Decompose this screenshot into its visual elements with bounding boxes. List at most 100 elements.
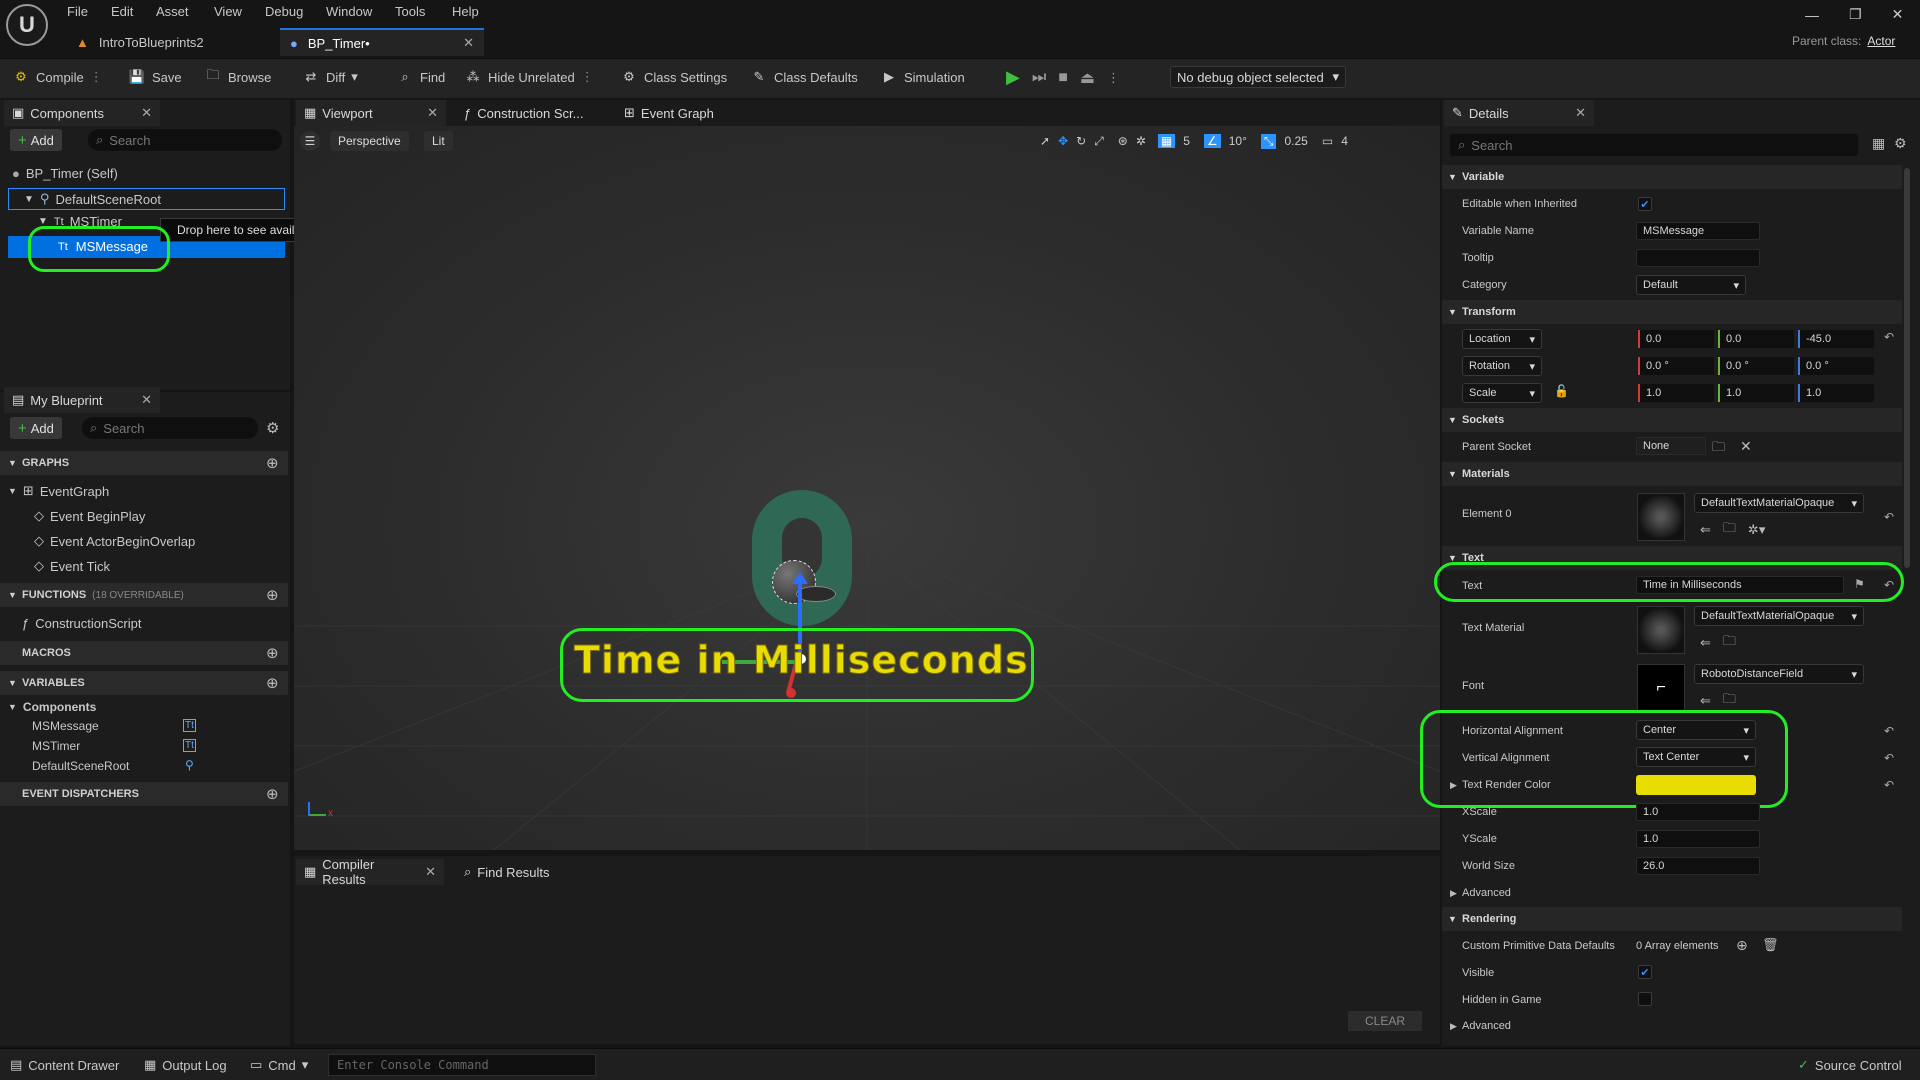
menu-edit[interactable]: Edit: [111, 4, 133, 19]
save-button[interactable]: 💾 Save: [128, 68, 182, 86]
expand-arrow-icon[interactable]: ▶: [1450, 888, 1457, 899]
world-local-icon[interactable]: ⊛: [1118, 134, 1128, 148]
settings-gear-icon[interactable]: ⚙: [266, 419, 279, 437]
unreal-logo-icon[interactable]: U: [6, 4, 48, 46]
more-icon[interactable]: ⋮: [581, 69, 594, 85]
output-log-button[interactable]: ▦ Output Log: [144, 1057, 227, 1073]
tab-construction-script[interactable]: ƒ Construction Scr...: [456, 100, 591, 126]
simulation-button[interactable]: ▶ Simulation: [880, 68, 965, 86]
event-actorbeginoverlap[interactable]: ◇ Event ActorBeginOverlap: [34, 533, 195, 549]
add-element-icon[interactable]: ⊕: [1736, 937, 1748, 954]
details-scrollbar[interactable]: [1904, 168, 1910, 568]
menu-view[interactable]: View: [214, 4, 242, 19]
camera-speed-value[interactable]: 4: [1341, 134, 1348, 148]
tree-item-self[interactable]: ● BP_Timer (Self): [12, 166, 118, 181]
console-command-input[interactable]: Enter Console Command: [328, 1054, 596, 1076]
play-icon[interactable]: ▶: [1006, 67, 1020, 88]
details-settings-icon[interactable]: ⚙: [1894, 135, 1907, 152]
menu-file[interactable]: File: [67, 4, 88, 19]
reset-arrow-icon[interactable]: ↶: [1884, 778, 1894, 792]
advanced-label[interactable]: Advanced: [1462, 887, 1511, 899]
my-blueprint-search-input[interactable]: ⌕ Search: [82, 417, 258, 439]
lit-button[interactable]: Lit: [424, 131, 453, 151]
browse-button[interactable]: 🗀 Browse: [204, 67, 271, 86]
close-icon[interactable]: ✕: [425, 864, 436, 880]
location-x-field[interactable]: 0.0: [1638, 330, 1714, 348]
location-y-field[interactable]: 0.0: [1718, 330, 1794, 348]
function-constructionscript[interactable]: ƒ ConstructionScript: [22, 616, 141, 631]
close-icon[interactable]: ✕: [427, 105, 438, 121]
tab-compiler-results[interactable]: ▦ Compiler Results ✕: [296, 857, 444, 887]
diff-button[interactable]: ⇄ Diff ▾: [302, 68, 358, 86]
section-rendering[interactable]: ▼ Rendering: [1442, 907, 1902, 931]
rotation-dropdown[interactable]: Rotation ▾: [1462, 356, 1542, 376]
section-variable[interactable]: ▼ Variable: [1442, 165, 1902, 189]
more-icon[interactable]: ⋮: [1107, 70, 1120, 86]
font-thumbnail[interactable]: ⌐: [1637, 664, 1685, 712]
menu-help[interactable]: Help: [452, 4, 479, 19]
debug-object-dropdown[interactable]: No debug object selected ▾: [1170, 66, 1346, 88]
minimize-icon[interactable]: —: [1805, 7, 1819, 23]
editable-checkbox[interactable]: ✔: [1638, 197, 1652, 211]
my-blueprint-add-button[interactable]: + Add: [10, 417, 62, 439]
camera-speed-icon[interactable]: ▭: [1322, 134, 1333, 148]
font-dropdown[interactable]: RobotoDistanceField ▾: [1694, 664, 1864, 684]
scale-z-field[interactable]: 1.0: [1798, 384, 1874, 402]
rotate-tool-icon[interactable]: ↻: [1076, 134, 1086, 148]
expand-arrow-icon[interactable]: ▶: [1450, 1021, 1457, 1032]
tab-viewport[interactable]: ▦ Viewport ✕: [296, 100, 446, 126]
parent-class-link[interactable]: Actor: [1867, 34, 1895, 48]
xscale-field[interactable]: 1.0: [1636, 803, 1760, 821]
tab-event-graph[interactable]: ⊞ Event Graph: [616, 100, 722, 126]
section-functions[interactable]: ▼ FUNCTIONS (18 OVERRIDABLE) ⊕: [0, 583, 288, 607]
tab-my-blueprint[interactable]: ▤ My Blueprint ✕: [4, 387, 160, 413]
menu-asset[interactable]: Asset: [156, 4, 189, 19]
parent-socket-field[interactable]: None: [1636, 437, 1706, 455]
reset-arrow-icon[interactable]: ↶: [1884, 751, 1894, 765]
reset-arrow-icon[interactable]: ↶: [1884, 724, 1894, 738]
material-options-icon[interactable]: ✲▾: [1748, 522, 1765, 538]
eject-icon[interactable]: ⏏: [1080, 68, 1095, 88]
browse-icon[interactable]: 🗀: [1723, 519, 1736, 541]
step-icon[interactable]: ⏭: [1032, 69, 1046, 87]
menu-debug[interactable]: Debug: [265, 4, 303, 19]
compile-button[interactable]: ⚙ Compile ⋮: [12, 68, 103, 86]
use-selected-icon[interactable]: ⇐: [1700, 635, 1711, 651]
variable-name-field[interactable]: MSMessage: [1636, 222, 1760, 240]
close-tab-icon[interactable]: ✕: [463, 35, 474, 51]
tab-introtoblueprints2[interactable]: ▲ IntroToBlueprints2: [66, 28, 276, 56]
section-materials[interactable]: ▼ Materials: [1442, 462, 1902, 486]
menu-window[interactable]: Window: [326, 4, 372, 19]
viewport-menu-icon[interactable]: ☰: [300, 131, 320, 151]
scale-snap-icon[interactable]: ⤡: [1260, 133, 1277, 149]
reset-arrow-icon[interactable]: ↶: [1884, 510, 1894, 524]
grid-snap-icon[interactable]: ▦: [1157, 134, 1176, 148]
tooltip-field[interactable]: [1636, 249, 1760, 267]
variable-defaultsceneroot[interactable]: DefaultSceneRoot: [32, 759, 129, 773]
add-circle-icon[interactable]: ⊕: [266, 785, 279, 803]
rotation-y-field[interactable]: 0.0 °: [1718, 357, 1794, 375]
rotation-x-field[interactable]: 0.0 °: [1638, 357, 1714, 375]
rotation-snap-icon[interactable]: ∠: [1203, 134, 1221, 148]
rotation-z-field[interactable]: 0.0 °: [1798, 357, 1874, 375]
scale-dropdown[interactable]: Scale ▾: [1462, 383, 1542, 403]
add-circle-icon[interactable]: ⊕: [266, 674, 279, 692]
section-transform[interactable]: ▼ Transform: [1442, 300, 1902, 324]
menu-tools[interactable]: Tools: [395, 4, 425, 19]
hidden-in-game-checkbox[interactable]: ✔: [1638, 992, 1652, 1006]
restore-icon[interactable]: ❐: [1849, 6, 1862, 23]
scale-snap-value[interactable]: 0.25: [1284, 134, 1307, 148]
tab-components[interactable]: ▣ Components ✕: [4, 100, 160, 126]
class-settings-button[interactable]: ⚙ Class Settings: [620, 68, 727, 86]
close-icon[interactable]: ✕: [141, 105, 152, 121]
close-window-icon[interactable]: ✕: [1892, 6, 1904, 23]
section-macros[interactable]: MACROS ⊕: [0, 641, 288, 665]
viewport[interactable]: [294, 126, 1440, 850]
text-material-dropdown[interactable]: DefaultTextMaterialOpaque ▾: [1694, 606, 1864, 626]
close-icon[interactable]: ✕: [141, 392, 152, 408]
section-variables[interactable]: ▼ VARIABLES ⊕: [0, 671, 288, 695]
graph-event-graph[interactable]: ▼ ⊞ EventGraph: [8, 483, 109, 499]
source-control-button[interactable]: ✓ Source Control: [1798, 1057, 1902, 1073]
element0-dropdown[interactable]: DefaultTextMaterialOpaque ▾: [1694, 493, 1864, 513]
tab-find-results[interactable]: ⌕ Find Results: [456, 859, 558, 885]
